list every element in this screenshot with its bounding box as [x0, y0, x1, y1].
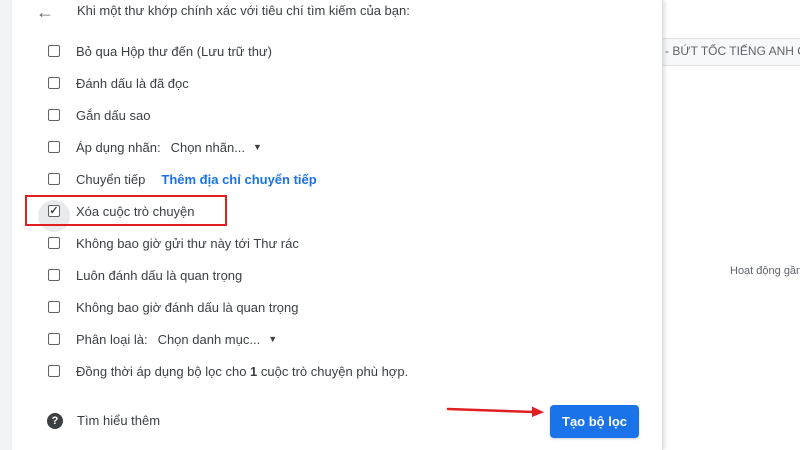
option-label: Luôn đánh dấu là quan trọng — [76, 267, 243, 283]
option-row-always-important[interactable]: Luôn đánh dấu là quan trọng — [48, 264, 242, 286]
arrow-left-icon[interactable]: ← — [36, 2, 56, 22]
option-row-forward[interactable]: Chuyển tiếp Thêm địa chỉ chuyển tiếp — [48, 168, 317, 190]
option-row-apply-label[interactable]: Áp dụng nhãn: Chọn nhãn... ▼ — [48, 136, 262, 158]
checkbox-apply-existing[interactable] — [48, 365, 60, 377]
option-row-categorize[interactable]: Phân loại là: Chọn danh mục... ▼ — [48, 328, 277, 350]
option-label-prefix: Đồng thời áp dụng bộ lọc cho — [76, 363, 251, 379]
option-label: Gắn dấu sao — [76, 107, 151, 123]
matching-count: 1 — [250, 363, 258, 379]
add-forwarding-address-link[interactable]: Thêm địa chỉ chuyển tiếp — [161, 172, 316, 187]
option-row-mark-read[interactable]: Đánh dấu là đã đọc — [48, 72, 189, 94]
label-select-value: Chọn nhãn... — [170, 139, 246, 155]
category-select[interactable]: Chọn danh mục... ▼ — [158, 332, 278, 347]
option-row-never-important[interactable]: Không bao giờ đánh dấu là quan trọng — [48, 296, 299, 318]
option-label: Không bao giờ gửi thư này tới Thư rác — [76, 235, 299, 251]
option-row-never-spam[interactable]: Không bao giờ gửi thư này tới Thư rác — [48, 232, 299, 254]
option-label: Bỏ qua Hộp thư đến (Lưu trữ thư) — [76, 43, 272, 59]
option-row-apply-existing[interactable]: Đồng thời áp dụng bộ lọc cho 1 cuộc trò … — [48, 360, 408, 382]
background-activity-text: Hoạt động gần — [730, 265, 800, 277]
checkbox-skip-inbox[interactable] — [48, 45, 60, 57]
highlight-box — [25, 195, 227, 226]
left-background-strip — [0, 0, 12, 450]
option-row-star[interactable]: Gắn dấu sao — [48, 104, 150, 126]
background-email-subject: - BỨT TỐC TIẾNG ANH C — [665, 44, 800, 58]
option-label-suffix: cuộc trò chuyện phù hợp. — [257, 363, 409, 379]
checkbox-mark-read[interactable] — [48, 77, 60, 89]
checkbox-apply-label[interactable] — [48, 141, 60, 153]
learn-more-link[interactable]: Tìm hiểu thêm — [77, 413, 160, 428]
caret-down-icon: ▼ — [268, 334, 278, 344]
label-select[interactable]: Chọn nhãn... ▼ — [171, 140, 262, 155]
panel-header: ← — [36, 2, 56, 22]
create-filter-button[interactable]: Tạo bộ lọc — [550, 405, 639, 438]
option-row-skip-inbox[interactable]: Bỏ qua Hộp thư đến (Lưu trữ thư) — [48, 40, 272, 62]
checkbox-star[interactable] — [48, 109, 60, 121]
option-label: Áp dụng nhãn: — [76, 139, 161, 155]
option-label: Không bao giờ đánh dấu là quan trọng — [76, 299, 299, 315]
option-label: Đánh dấu là đã đọc — [76, 75, 189, 91]
option-label: Phân loại là: — [76, 331, 148, 347]
option-label: Chuyển tiếp — [76, 171, 146, 187]
question-circle-icon: ? — [47, 413, 63, 429]
criteria-heading: Khi một thư khớp chính xác với tiêu chí … — [77, 3, 410, 18]
checkbox-categorize[interactable] — [48, 333, 60, 345]
caret-down-icon: ▼ — [253, 142, 262, 152]
checkbox-always-important[interactable] — [48, 269, 60, 281]
checkbox-never-spam[interactable] — [48, 237, 60, 249]
category-select-value: Chọn danh mục... — [157, 331, 261, 347]
checkbox-forward[interactable] — [48, 173, 60, 185]
background-content — [663, 0, 800, 450]
checkbox-never-important[interactable] — [48, 301, 60, 313]
red-arrow-annotation — [446, 406, 544, 417]
